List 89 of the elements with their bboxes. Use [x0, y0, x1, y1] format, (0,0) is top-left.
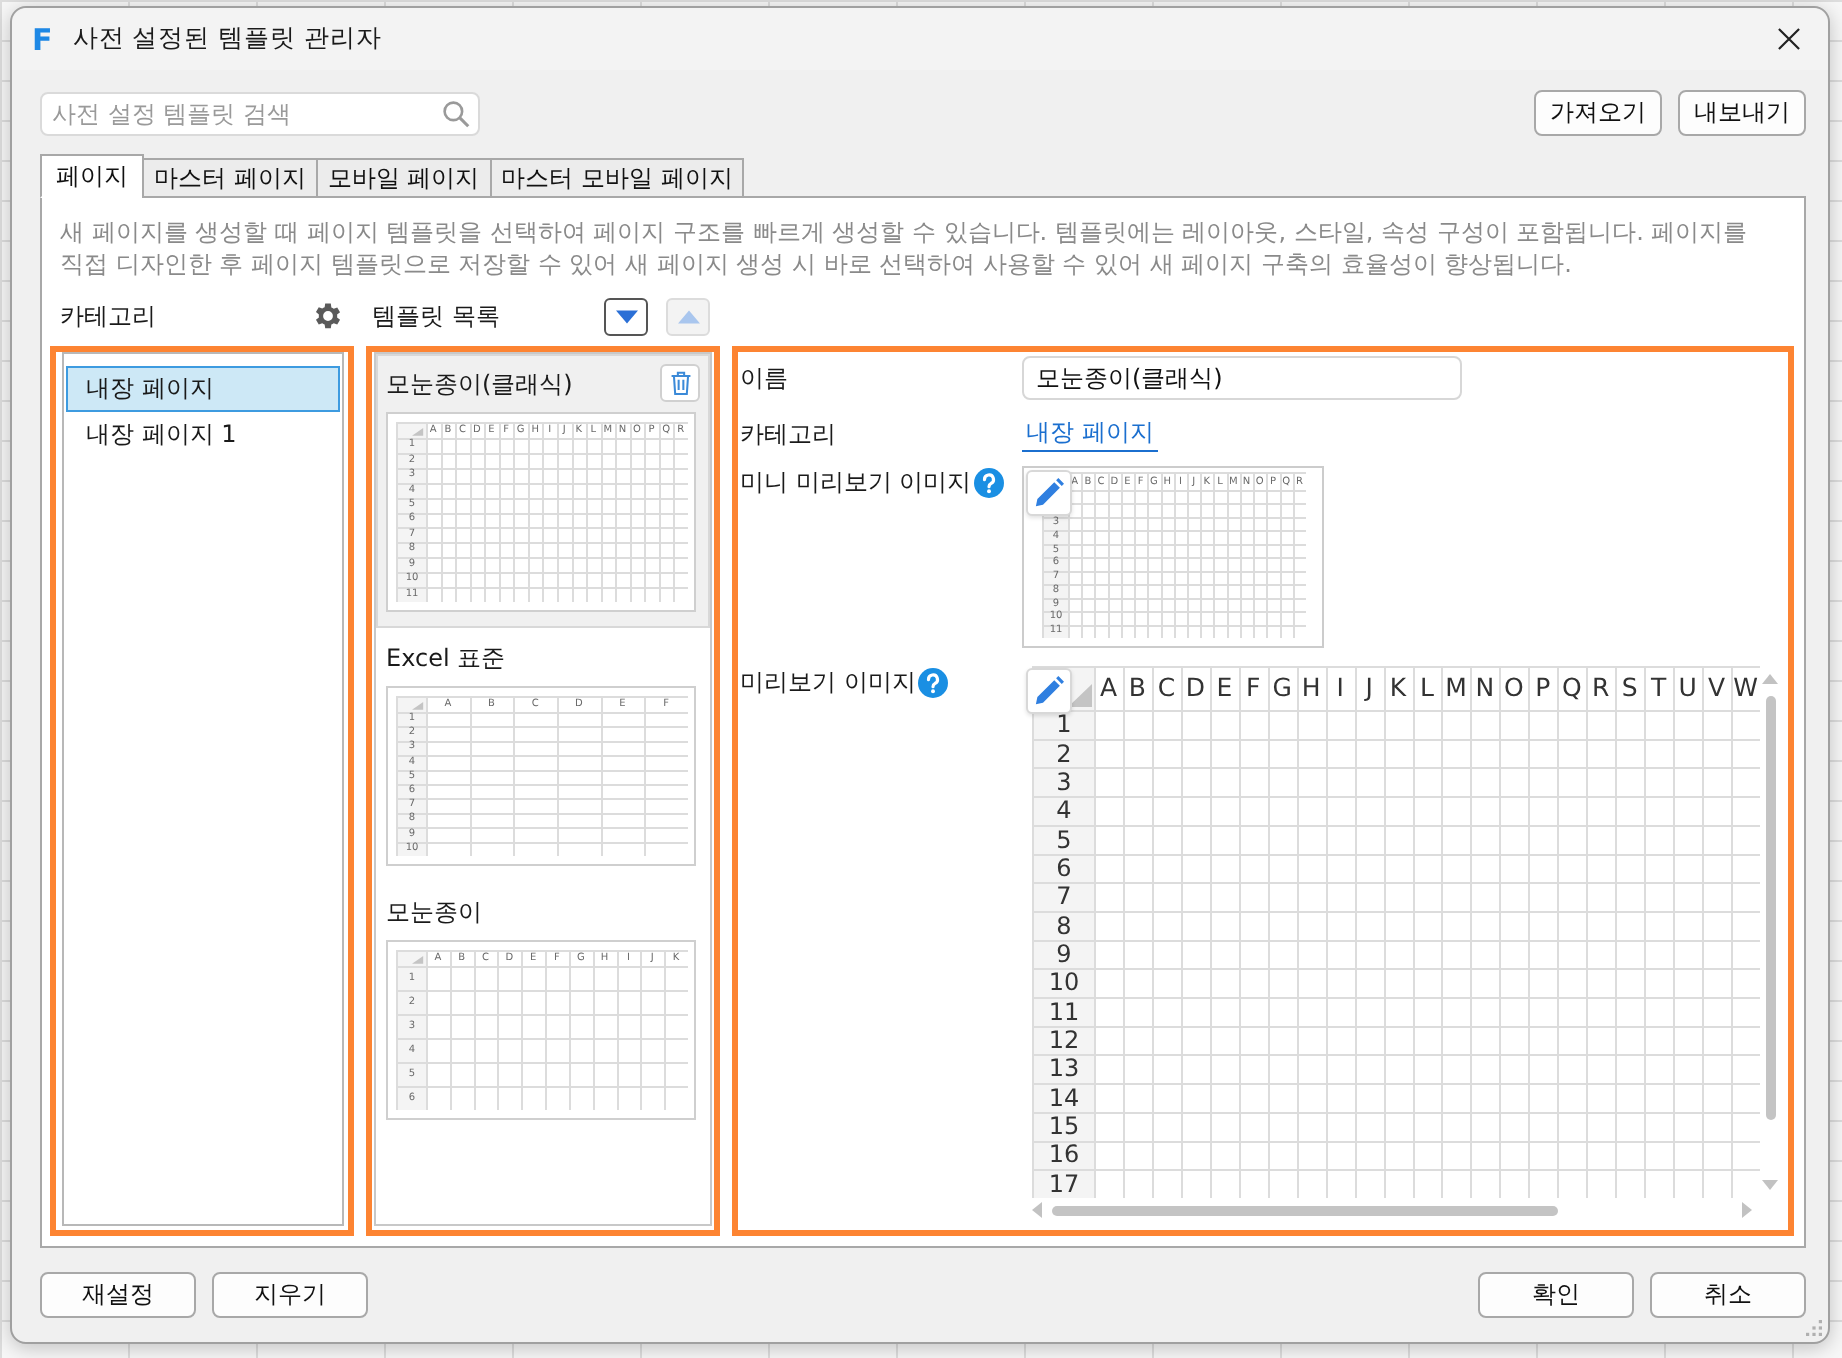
tab[interactable]: 페이지 — [40, 154, 144, 198]
column-header: A — [1097, 670, 1120, 707]
row-header: 8 — [1054, 910, 1074, 940]
column-header: V — [1705, 670, 1728, 707]
description-text: 새 페이지를 생성할 때 페이지 템플릿을 선택하여 페이지 구조를 빠르게 생성할 수 있습니다. 템플릿에는 레이아웃, 스타일, 속성 구성이 포함됩니다. 페이지를 직접 디자인한 후 페이지 템플릿으로 저장할 수 있어 새 페이지 생성 시 바로 선택하여 사용할 수 있어 새 페이지 구축의 효율성이 향상됩니다. — [60, 216, 1750, 280]
window-title: 사전 설정된 템플릿 관리자 — [72, 22, 383, 56]
column-header: R — [1590, 670, 1612, 707]
edit-button[interactable] — [1026, 470, 1072, 516]
column-header: G — [1270, 670, 1294, 707]
row-header: 13 — [1046, 1054, 1082, 1084]
row-header: 3 — [1054, 767, 1074, 797]
triangle-down-icon — [615, 309, 637, 323]
triangle-up-icon — [677, 309, 699, 323]
settings-icon[interactable] — [314, 302, 342, 330]
template-name: Excel 표준 — [386, 641, 506, 675]
row-header: 17 — [1046, 1169, 1082, 1198]
template-list-heading: 템플릿 목록 — [372, 299, 500, 333]
dialog-button[interactable]: 지우기 — [212, 1272, 368, 1318]
toolbar-button[interactable]: 내보내기 — [1678, 90, 1806, 136]
help-icon[interactable] — [973, 467, 1004, 497]
column-header: J — [1362, 670, 1375, 707]
dialog-button[interactable]: 확인 — [1478, 1272, 1634, 1318]
row-header: 12 — [1046, 1025, 1082, 1055]
field-label: 이름 — [740, 361, 788, 395]
column-header: K — [1387, 670, 1409, 707]
row-header: 6 — [1054, 853, 1074, 883]
column-header: B — [1126, 670, 1148, 707]
search-field[interactable]: 사전 설정 템플릿 검색 — [40, 91, 480, 135]
row-header: 4 — [1054, 796, 1074, 825]
corner-triangle-icon — [1068, 684, 1092, 708]
column-header: W — [1731, 670, 1760, 707]
category-item[interactable]: 내장 페이지 — [66, 366, 340, 412]
dialog-button[interactable]: 취소 — [1650, 1272, 1806, 1318]
column-header: C — [1155, 670, 1178, 707]
column-header: H — [1299, 670, 1323, 707]
name-input[interactable]: 모눈종이(클래식) — [1022, 356, 1462, 400]
column-header: T — [1649, 670, 1669, 707]
tab[interactable]: 마스터 모바일 페이지 — [489, 158, 745, 198]
column-header: I — [1334, 670, 1346, 707]
row-header: 7 — [1054, 882, 1074, 911]
search-icon — [442, 99, 470, 127]
column-header: Q — [1559, 670, 1584, 707]
row-header: 15 — [1046, 1111, 1082, 1141]
move-down-button[interactable] — [604, 297, 648, 335]
vertical-scrollbar-thumb[interactable] — [1765, 696, 1775, 1120]
pencil-icon — [1034, 676, 1064, 706]
column-header: D — [1183, 670, 1207, 707]
field-label: 미리보기 이미지 — [740, 665, 916, 699]
close-icon — [1777, 28, 1799, 50]
category-heading: 카테고리 — [60, 299, 156, 333]
trash-icon — [669, 369, 691, 395]
template-name: 모눈종이 — [386, 895, 482, 929]
field-label: 카테고리 — [740, 417, 836, 451]
scroll-down-arrow-icon[interactable] — [1762, 1180, 1778, 1190]
tab[interactable]: 모바일 페이지 — [315, 158, 492, 198]
category-item[interactable]: 내장 페이지 1 — [66, 412, 340, 458]
column-header: P — [1533, 670, 1553, 707]
row-header: 16 — [1046, 1140, 1082, 1170]
help-icon[interactable] — [917, 667, 948, 697]
scroll-right-arrow-icon[interactable] — [1742, 1202, 1752, 1218]
tab[interactable]: 마스터 페이지 — [142, 158, 318, 198]
toolbar-button[interactable]: 가져오기 — [1534, 90, 1662, 136]
column-header: M — [1443, 670, 1469, 707]
column-header: S — [1619, 670, 1640, 707]
column-header: E — [1214, 670, 1235, 707]
edit-button[interactable] — [1026, 668, 1072, 714]
row-header: 5 — [1054, 824, 1074, 854]
row-header: 11 — [1046, 997, 1082, 1026]
column-header: F — [1244, 670, 1263, 707]
row-header: 2 — [1054, 738, 1074, 768]
field-label: 미니 미리보기 이미지 — [740, 465, 972, 499]
row-header: 9 — [1054, 939, 1074, 969]
horizontal-scrollbar-thumb[interactable] — [1052, 1205, 1558, 1215]
scroll-up-arrow-icon[interactable] — [1762, 674, 1778, 684]
row-header: 14 — [1046, 1083, 1082, 1112]
template-name: 모눈종이(클래식) — [386, 367, 573, 401]
column-header: L — [1418, 670, 1436, 707]
scroll-left-arrow-icon[interactable] — [1032, 1202, 1042, 1218]
column-header: O — [1502, 670, 1526, 707]
category-link[interactable]: 내장 페이지 — [1022, 416, 1158, 452]
column-header: U — [1676, 670, 1699, 707]
app-logo: F — [32, 23, 53, 55]
pencil-icon — [1034, 478, 1064, 508]
row-header: 1 — [1054, 710, 1074, 739]
delete-button[interactable] — [660, 363, 700, 401]
resize-grip-icon[interactable] — [1806, 1320, 1822, 1336]
column-header: N — [1473, 670, 1497, 707]
dialog-button[interactable]: 재설정 — [40, 1272, 196, 1318]
row-header: 10 — [1046, 968, 1082, 998]
